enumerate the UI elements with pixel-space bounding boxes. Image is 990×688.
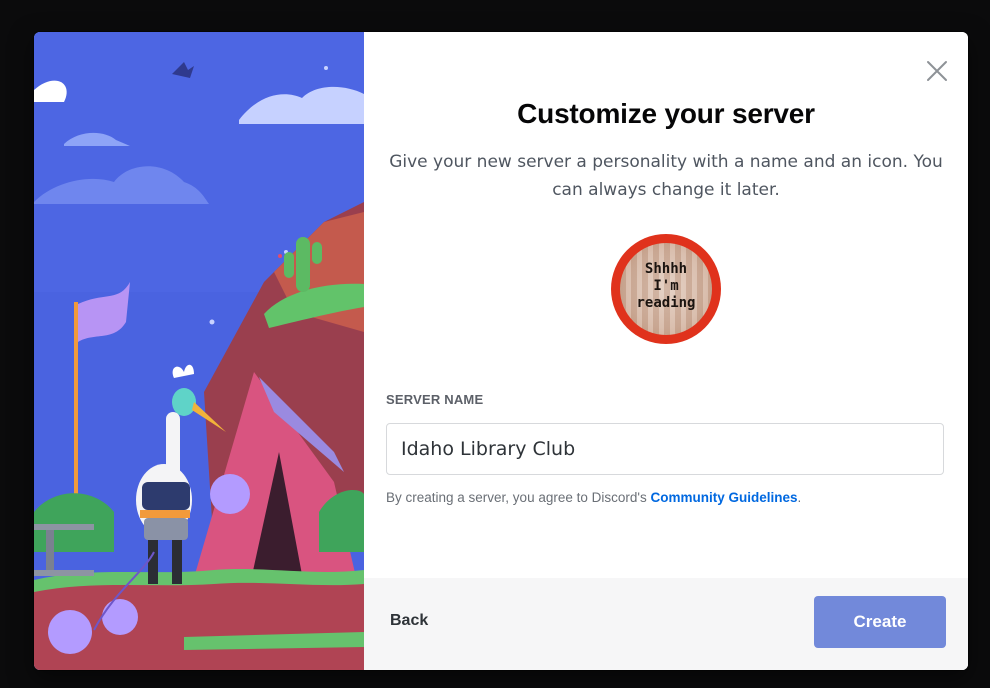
- illustration-panel: [34, 32, 364, 670]
- legal-suffix: .: [797, 490, 802, 505]
- server-name-input[interactable]: [386, 423, 944, 475]
- server-icon-text: Shhhh I'm reading: [636, 261, 696, 311]
- screen: Customize your server Give your new serv…: [0, 0, 990, 688]
- close-button[interactable]: [924, 58, 950, 84]
- server-icon-upload[interactable]: Shhhh I'm reading: [611, 234, 721, 344]
- create-server-modal: Customize your server Give your new serv…: [34, 32, 968, 670]
- dialog-subtitle: Give your new server a personality with …: [389, 152, 943, 200]
- server-icon-image: Shhhh I'm reading: [620, 243, 712, 335]
- back-button[interactable]: Back: [390, 612, 428, 630]
- legal-prefix: By creating a server, you agree to Disco…: [386, 490, 651, 505]
- community-guidelines-link[interactable]: Community Guidelines: [650, 490, 797, 505]
- dialog-title: Customize your server: [517, 98, 815, 129]
- dialog-content: Customize your server Give your new serv…: [364, 32, 968, 670]
- legal-notice: By creating a server, you agree to Disco…: [386, 490, 801, 505]
- server-name-label: SERVER NAME: [386, 392, 484, 407]
- close-icon: [927, 61, 947, 81]
- dialog-footer: Back Create: [364, 578, 968, 670]
- illustration: [34, 32, 364, 670]
- create-button[interactable]: Create: [814, 596, 946, 648]
